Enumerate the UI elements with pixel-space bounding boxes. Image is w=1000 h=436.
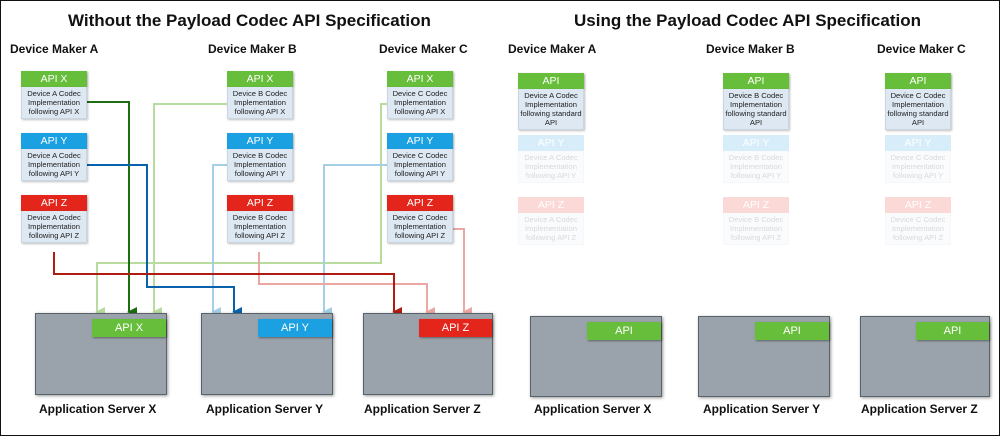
codec-description: Device B Codec Implementation following … — [723, 213, 789, 245]
left-b-codec-y: API Y Device B Codec Implementation foll… — [227, 133, 293, 181]
codec-description: Device B Codec Implementation following … — [227, 87, 293, 119]
left-server-x: API X — [35, 313, 167, 395]
api-tab: API Y — [21, 133, 87, 149]
right-server-z: API — [860, 316, 990, 397]
right-c-codec-z-faded: API Z Device C Codec Implementation foll… — [885, 197, 951, 245]
codec-description: Device C Codec Implementation following … — [885, 89, 951, 130]
api-tab: API X — [387, 71, 453, 87]
wire-a-y-to-server-y — [87, 164, 242, 317]
right-server-z-label: Application Server Z — [861, 402, 978, 416]
api-tab: API Z — [21, 195, 87, 211]
codec-description: Device A Codec Implementation following … — [21, 87, 87, 119]
right-a-codec-standard: API Device A Codec Implementation follow… — [518, 73, 584, 130]
left-b-codec-x: API X Device B Codec Implementation foll… — [227, 71, 293, 119]
codec-description: Device B Codec Implementation following … — [723, 89, 789, 130]
wire-a-x-to-server-x — [87, 101, 137, 317]
diagram-frame: Without the Payload Codec API Specificat… — [0, 0, 1000, 436]
wire-b-x-to-server-x — [152, 103, 227, 317]
server-api-tab: API Y — [258, 319, 332, 337]
codec-description: Device C Codec Implementation following … — [885, 151, 951, 183]
left-a-codec-y: API Y Device A Codec Implementation foll… — [21, 133, 87, 181]
api-tab: API Y — [518, 135, 584, 151]
right-server-x-label: Application Server X — [534, 402, 652, 416]
codec-description: Device B Codec Implementation following … — [723, 151, 789, 183]
codec-description: Device C Codec Implementation following … — [387, 211, 453, 243]
wire-c-y-to-server-y — [322, 164, 387, 317]
api-tab: API — [885, 73, 951, 89]
left-a-codec-z: API Z Device A Codec Implementation foll… — [21, 195, 87, 243]
api-tab: API X — [21, 71, 87, 87]
right-server-x: API — [530, 316, 662, 397]
api-tab: API X — [227, 71, 293, 87]
server-api-tab: API — [587, 322, 661, 340]
api-tab: API Z — [518, 197, 584, 213]
right-a-codec-z-faded: API Z Device A Codec Implementation foll… — [518, 197, 584, 245]
api-tab: API Y — [227, 133, 293, 149]
api-tab: API Z — [723, 197, 789, 213]
codec-description: Device B Codec Implementation following … — [227, 211, 293, 243]
server-api-tab: API Z — [419, 319, 492, 337]
api-tab: API Y — [723, 135, 789, 151]
right-c-codec-standard: API Device C Codec Implementation follow… — [885, 73, 951, 130]
codec-description: Device A Codec Implementation following … — [518, 89, 584, 130]
codec-description: Device B Codec Implementation following … — [227, 149, 293, 181]
right-a-codec-y-faded: API Y Device A Codec Implementation foll… — [518, 135, 584, 183]
api-tab: API Z — [387, 195, 453, 211]
api-tab: API — [723, 73, 789, 89]
server-api-tab: API — [755, 322, 829, 340]
wire-c-z-to-server-z — [453, 228, 472, 317]
codec-description: Device C Codec Implementation following … — [387, 87, 453, 119]
right-c-codec-y-faded: API Y Device C Codec Implementation foll… — [885, 135, 951, 183]
left-b-codec-z: API Z Device B Codec Implementation foll… — [227, 195, 293, 243]
codec-description: Device C Codec Implementation following … — [387, 149, 453, 181]
left-server-x-label: Application Server X — [39, 402, 157, 416]
wire-b-z-to-server-z — [258, 252, 435, 317]
server-api-tab: API X — [92, 319, 166, 337]
right-server-y-label: Application Server Y — [703, 402, 821, 416]
left-server-z-label: Application Server Z — [364, 402, 481, 416]
server-api-tab: API — [916, 322, 989, 340]
right-b-codec-z-faded: API Z Device B Codec Implementation foll… — [723, 197, 789, 245]
left-a-codec-x: API X Device A Codec Implementation foll… — [21, 71, 87, 119]
left-c-codec-z: API Z Device C Codec Implementation foll… — [387, 195, 453, 243]
api-tab: API Z — [227, 195, 293, 211]
api-tab: API Y — [387, 133, 453, 149]
api-tab: API Z — [885, 197, 951, 213]
left-server-z: API Z — [363, 313, 493, 395]
left-server-y-label: Application Server Y — [206, 402, 324, 416]
api-tab: API Y — [885, 135, 951, 151]
wire-b-y-to-server-y — [211, 164, 227, 317]
api-tab: API — [518, 73, 584, 89]
right-b-codec-y-faded: API Y Device B Codec Implementation foll… — [723, 135, 789, 183]
codec-description: Device A Codec Implementation following … — [518, 151, 584, 183]
left-c-codec-y: API Y Device C Codec Implementation foll… — [387, 133, 453, 181]
wire-a-z-to-server-z — [53, 252, 402, 317]
codec-description: Device A Codec Implementation following … — [21, 149, 87, 181]
codec-description: Device A Codec Implementation following … — [21, 211, 87, 243]
right-b-codec-standard: API Device B Codec Implementation follow… — [723, 73, 789, 130]
codec-description: Device A Codec Implementation following … — [518, 213, 584, 245]
right-server-y: API — [698, 316, 830, 397]
codec-description: Device C Codec Implementation following … — [885, 213, 951, 245]
left-server-y: API Y — [201, 313, 333, 395]
left-c-codec-x: API X Device C Codec Implementation foll… — [387, 71, 453, 119]
